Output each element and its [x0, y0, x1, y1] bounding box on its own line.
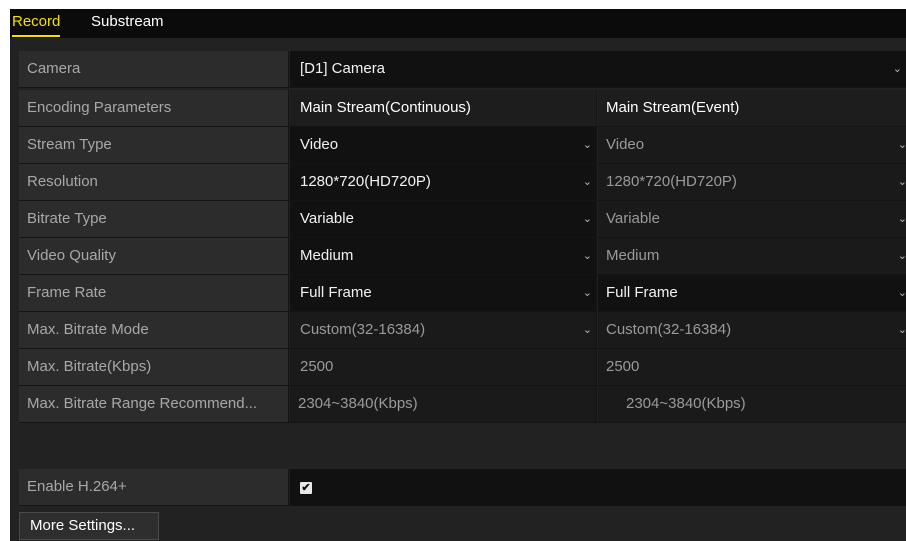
max-bitrate-mode-continuous-select: Custom(32-16384) ⌄: [290, 312, 597, 348]
bitrate-type-continuous-select[interactable]: Variable ⌄: [290, 201, 597, 237]
camera-row: Camera [D1] Camera ⌄: [19, 51, 906, 88]
resolution-event-select: 1280*720(HD720P) ⌄: [598, 164, 906, 200]
bitrate-type-row: Bitrate Type Variable ⌄ Variable ⌄: [19, 201, 906, 238]
max-bitrate-label: Max. Bitrate(Kbps): [19, 349, 289, 385]
encoding-parameters-row: Encoding Parameters Main Stream(Continuo…: [19, 90, 906, 127]
bitrate-type-event-value: Variable: [606, 210, 660, 227]
frame-rate-continuous-select[interactable]: Full Frame ⌄: [290, 275, 597, 311]
chevron-down-icon: ⌄: [582, 287, 592, 299]
enable-h264-plus-cell: ✔: [290, 469, 906, 505]
video-quality-event-value: Medium: [606, 247, 660, 264]
max-bitrate-mode-event-value: Custom(32-16384): [606, 321, 732, 338]
chevron-down-icon: ⌄: [582, 324, 592, 336]
max-bitrate-range-row: Max. Bitrate Range Recommend... 2304~384…: [19, 386, 906, 423]
frame-rate-event-value: Full Frame: [606, 284, 678, 301]
encoding-form: Camera [D1] Camera ⌄ Encoding Parameters…: [10, 38, 906, 541]
camera-select[interactable]: [D1] Camera ⌄: [290, 51, 906, 87]
bitrate-type-event-select: Variable ⌄: [598, 201, 906, 237]
video-quality-continuous-select[interactable]: Medium ⌄: [290, 238, 597, 274]
main-stream-continuous-header: Main Stream(Continuous): [290, 90, 597, 126]
chevron-down-icon: ⌄: [582, 139, 592, 151]
enable-h264-plus-row: Enable H.264+ ✔: [19, 469, 906, 506]
bitrate-type-continuous-value: Variable: [300, 210, 354, 227]
camera-select-value: [D1] Camera: [300, 60, 386, 77]
video-quality-continuous-value: Medium: [300, 247, 354, 264]
max-bitrate-mode-event-select: Custom(32-16384) ⌄: [598, 312, 906, 348]
resolution-event-value: 1280*720(HD720P): [606, 173, 737, 190]
enable-h264-plus-checkbox[interactable]: ✔: [300, 482, 312, 494]
max-bitrate-range-event-value: 2304~3840(Kbps): [598, 386, 906, 422]
chevron-down-icon: ⌄: [897, 176, 906, 188]
chevron-down-icon: ⌄: [897, 139, 906, 151]
chevron-down-icon: ⌄: [582, 213, 592, 225]
record-settings-panel: Record Substream Camera [D1] Camera ⌄ En…: [10, 9, 906, 541]
frame-rate-label: Frame Rate: [19, 275, 289, 311]
max-bitrate-range-label: Max. Bitrate Range Recommend...: [19, 386, 289, 422]
camera-label: Camera: [19, 51, 289, 87]
max-bitrate-range-continuous-value: 2304~3840(Kbps): [290, 386, 597, 422]
stream-type-event-value: Video: [606, 136, 645, 153]
more-settings-button[interactable]: More Settings...: [19, 512, 159, 540]
chevron-down-icon: ⌄: [897, 287, 906, 299]
bitrate-type-label: Bitrate Type: [19, 201, 289, 237]
frame-rate-continuous-value: Full Frame: [300, 284, 372, 301]
stream-type-row: Stream Type Video ⌄ Video ⌄: [19, 127, 906, 164]
video-quality-event-select: Medium ⌄: [598, 238, 906, 274]
chevron-down-icon: ⌄: [897, 324, 906, 336]
max-bitrate-continuous-field: 2500: [290, 349, 597, 385]
chevron-down-icon: ⌄: [582, 250, 592, 262]
max-bitrate-mode-label: Max. Bitrate Mode: [19, 312, 289, 348]
stream-type-continuous-select[interactable]: Video ⌄: [290, 127, 597, 163]
tab-bar: Record Substream: [10, 9, 906, 38]
tab-record[interactable]: Record: [12, 13, 61, 37]
chevron-down-icon: ⌄: [892, 63, 902, 75]
main-stream-event-header: Main Stream(Event): [598, 90, 906, 126]
resolution-row: Resolution 1280*720(HD720P) ⌄ 1280*720(H…: [19, 164, 906, 201]
resolution-continuous-value: 1280*720(HD720P): [300, 173, 431, 190]
chevron-down-icon: ⌄: [897, 213, 906, 225]
chevron-down-icon: ⌄: [582, 176, 592, 188]
resolution-continuous-select[interactable]: 1280*720(HD720P) ⌄: [290, 164, 597, 200]
encoding-parameters-label: Encoding Parameters: [19, 90, 289, 126]
max-bitrate-row: Max. Bitrate(Kbps) 2500 2500: [19, 349, 906, 386]
frame-rate-event-select[interactable]: Full Frame ⌄: [598, 275, 906, 311]
tab-substream[interactable]: Substream: [91, 13, 164, 35]
enable-h264-plus-label: Enable H.264+: [19, 469, 289, 505]
max-bitrate-mode-row: Max. Bitrate Mode Custom(32-16384) ⌄ Cus…: [19, 312, 906, 349]
stream-type-label: Stream Type: [19, 127, 289, 163]
resolution-label: Resolution: [19, 164, 289, 200]
stream-type-continuous-value: Video: [300, 136, 339, 153]
video-quality-label: Video Quality: [19, 238, 289, 274]
max-bitrate-event-field: 2500: [598, 349, 906, 385]
stream-type-event-select: Video ⌄: [598, 127, 906, 163]
frame-rate-row: Frame Rate Full Frame ⌄ Full Frame ⌄: [19, 275, 906, 312]
max-bitrate-mode-continuous-value: Custom(32-16384): [300, 321, 426, 338]
chevron-down-icon: ⌄: [897, 250, 906, 262]
video-quality-row: Video Quality Medium ⌄ Medium ⌄: [19, 238, 906, 275]
